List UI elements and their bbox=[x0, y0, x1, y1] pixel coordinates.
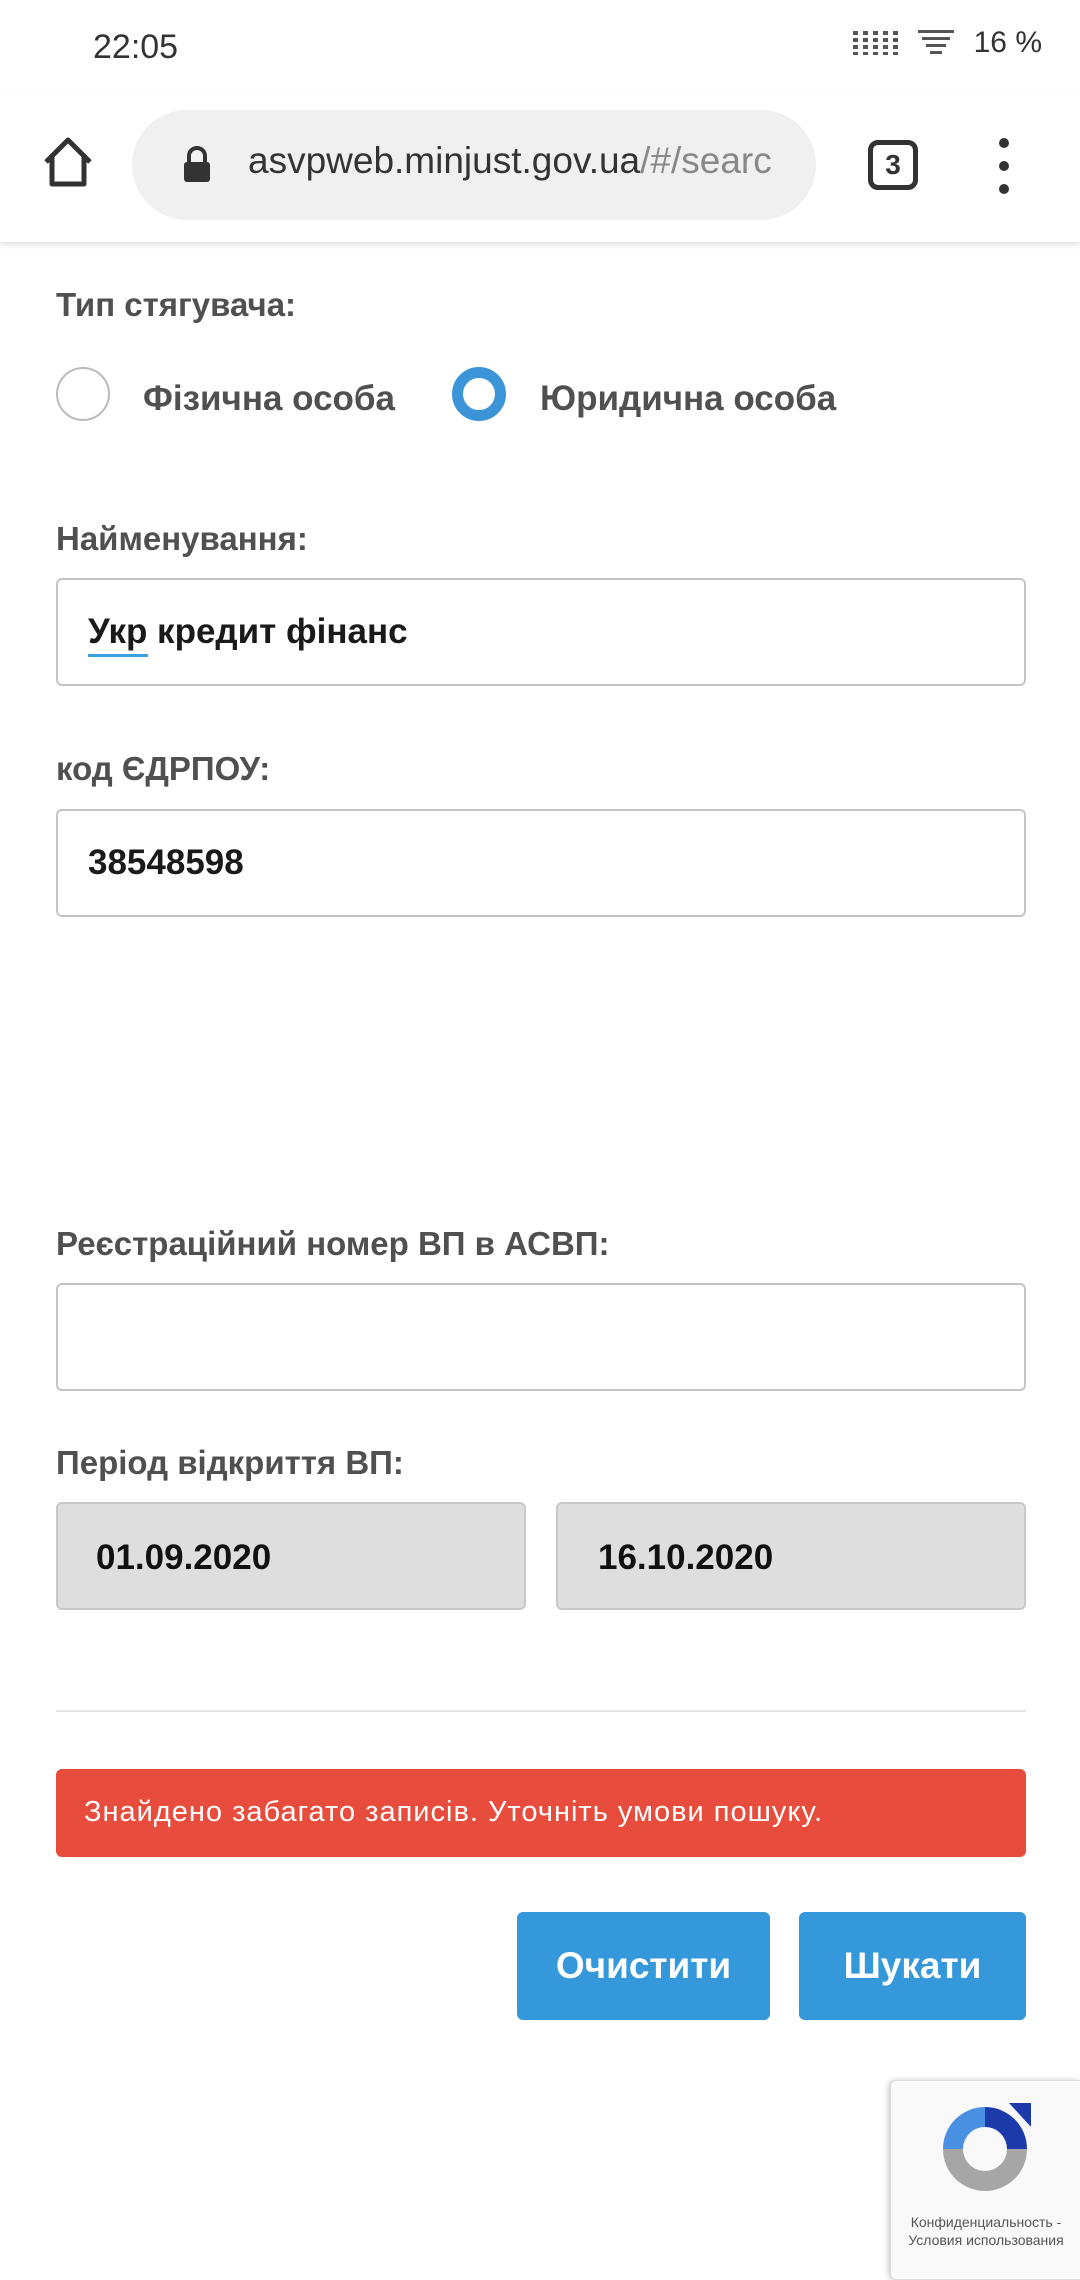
tab-switcher-button[interactable]: 3 bbox=[868, 140, 918, 190]
signal-icon bbox=[852, 31, 898, 55]
date-from-value: 01.09.2020 bbox=[96, 1538, 272, 1577]
home-icon[interactable] bbox=[40, 134, 96, 190]
recaptcha-links: Конфиденциальность - Условия использован… bbox=[891, 2213, 1080, 2249]
divider bbox=[56, 1710, 1026, 1712]
reg-number-label: Реєстраційний номер ВП в АСВП: bbox=[56, 1225, 610, 1262]
edrpou-label: код ЄДРПОУ: bbox=[56, 750, 271, 787]
radio-individual[interactable] bbox=[56, 367, 110, 421]
wifi-icon bbox=[916, 30, 956, 56]
url-path: /#/searc bbox=[640, 140, 772, 181]
name-label: Найменування: bbox=[56, 520, 308, 557]
name-input-value: Укр кредит фінанс bbox=[88, 612, 408, 651]
recaptcha-privacy-link[interactable]: Конфиденциальность - bbox=[891, 2213, 1080, 2231]
spellcheck-underline bbox=[88, 654, 148, 657]
reg-number-input[interactable] bbox=[56, 1283, 1026, 1391]
more-menu-icon[interactable] bbox=[994, 138, 1014, 194]
date-to-input[interactable]: 16.10.2020 bbox=[556, 1502, 1026, 1610]
address-bar[interactable]: asvpweb.minjust.gov.ua/#/searc bbox=[132, 110, 816, 220]
edrpou-input[interactable]: 38548598 bbox=[56, 809, 1026, 917]
error-alert: Знайдено забагато записів. Уточніть умов… bbox=[56, 1769, 1026, 1857]
browser-toolbar: asvpweb.minjust.gov.ua/#/searc 3 bbox=[0, 96, 1080, 242]
period-label: Період відкриття ВП: bbox=[56, 1444, 404, 1481]
status-bar: 22:05 16 % bbox=[0, 0, 1080, 96]
edrpou-input-value: 38548598 bbox=[88, 843, 244, 882]
collector-type-label: Тип стягувача: bbox=[56, 286, 297, 323]
name-input[interactable]: Укр кредит фінанс bbox=[56, 578, 1026, 686]
lock-icon bbox=[182, 146, 212, 184]
url-host: asvpweb.minjust.gov.ua bbox=[248, 140, 641, 181]
recaptcha-icon bbox=[933, 2097, 1037, 2201]
status-icons: 16 % bbox=[852, 26, 1042, 60]
url-text: asvpweb.minjust.gov.ua/#/searc bbox=[248, 140, 808, 182]
clear-button[interactable]: Очистити bbox=[517, 1912, 770, 2020]
search-button[interactable]: Шукати bbox=[799, 1912, 1026, 2020]
battery-percent: 16 % bbox=[973, 26, 1042, 59]
recaptcha-badge[interactable]: Конфиденциальность - Условия использован… bbox=[890, 2080, 1080, 2280]
date-from-input[interactable]: 01.09.2020 bbox=[56, 1502, 526, 1610]
status-time: 22:05 bbox=[93, 28, 179, 66]
error-alert-text: Знайдено забагато записів. Уточніть умов… bbox=[84, 1796, 824, 1828]
radio-legal-entity-label[interactable]: Юридична особа bbox=[540, 379, 836, 419]
date-to-value: 16.10.2020 bbox=[598, 1538, 774, 1577]
radio-legal-entity[interactable] bbox=[452, 367, 506, 421]
recaptcha-terms-link[interactable]: Условия использования bbox=[891, 2231, 1080, 2249]
radio-individual-label[interactable]: Фізична особа bbox=[143, 379, 395, 419]
